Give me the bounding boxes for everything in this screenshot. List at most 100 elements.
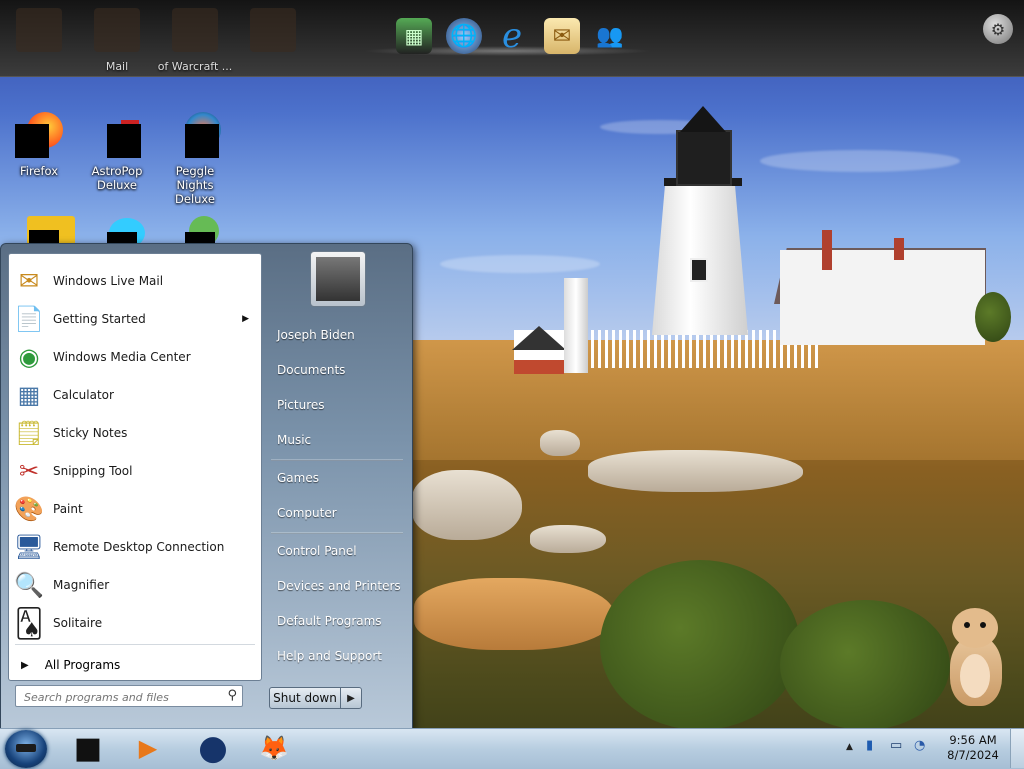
ghost-label-warcraft: of Warcraft ... bbox=[157, 60, 233, 73]
program-label: Remote Desktop Connection bbox=[53, 540, 225, 554]
help-support-link[interactable]: Help and Support bbox=[277, 649, 382, 663]
hamster-eye bbox=[964, 622, 970, 628]
music-link[interactable]: Music bbox=[277, 433, 311, 447]
program-remote-desktop[interactable]: 🖥 Remote Desktop Connection bbox=[9, 529, 259, 565]
games-link[interactable]: Games bbox=[277, 471, 319, 485]
program-getting-started[interactable]: 📄 Getting Started ▶ bbox=[9, 301, 259, 337]
hamster-head bbox=[952, 608, 998, 648]
show-desktop-button[interactable] bbox=[1010, 729, 1024, 768]
wallpaper-cloud bbox=[760, 150, 960, 172]
clock-date: 8/7/2024 bbox=[947, 748, 999, 762]
program-label: Calculator bbox=[53, 388, 114, 402]
peggle-desktop-icon bbox=[171, 112, 221, 160]
taskbar-media-player-icon[interactable]: ▶ bbox=[126, 730, 170, 766]
desktop-icon-firefox[interactable]: Firefox bbox=[1, 112, 77, 178]
taskbar-globe-icon[interactable]: ● bbox=[191, 728, 235, 768]
pictures-link[interactable]: Pictures bbox=[277, 398, 325, 412]
wallpaper-lighthouse-window bbox=[690, 258, 708, 282]
dock-settings-gear-icon[interactable]: ⚙ bbox=[983, 14, 1013, 44]
taskbar-firefox-icon[interactable]: 🦊 bbox=[252, 730, 296, 766]
program-label: Snipping Tool bbox=[53, 464, 133, 478]
ghost-mail-icon[interactable] bbox=[94, 8, 140, 52]
media-center-icon: ◉ bbox=[18, 343, 40, 371]
tray-speaker-icon[interactable]: ◔ bbox=[914, 738, 925, 753]
internet-explorer-icon[interactable]: e bbox=[494, 16, 530, 56]
internet-download-icon[interactable]: 🌐 bbox=[446, 18, 482, 54]
program-windows-media-center[interactable]: ◉ Windows Media Center bbox=[9, 339, 259, 375]
wallpaper-small-tower bbox=[564, 278, 588, 373]
shutdown-options-arrow-icon[interactable]: ▶ bbox=[340, 687, 362, 709]
user-name-link[interactable]: Joseph Biden bbox=[277, 328, 355, 342]
program-label: Magnifier bbox=[53, 578, 110, 592]
user-avatar[interactable] bbox=[310, 251, 366, 307]
start-menu: ✉ Windows Live Mail 📄 Getting Started ▶ … bbox=[0, 243, 413, 731]
taskbar-app-black-icon[interactable]: ■ bbox=[66, 730, 110, 766]
desktop-icon-label: Peggle Nights Deluxe bbox=[175, 164, 215, 206]
search-box[interactable]: ⚲ bbox=[15, 685, 243, 707]
calculator-icon: ▦ bbox=[17, 381, 41, 409]
paint-palette-icon: 🎨 bbox=[14, 495, 44, 523]
program-label: Windows Live Mail bbox=[53, 274, 164, 288]
ghost-warcraft-icon[interactable] bbox=[172, 8, 218, 52]
program-sticky-notes[interactable]: 🗒 Sticky Notes bbox=[9, 415, 259, 451]
tray-device-icon[interactable]: ▮ bbox=[866, 738, 873, 753]
program-label: Sticky Notes bbox=[53, 426, 128, 440]
wallpaper-house bbox=[780, 250, 985, 345]
clock-time: 9:56 AM bbox=[949, 733, 997, 747]
program-solitaire[interactable]: 🂡 Solitaire bbox=[9, 605, 259, 641]
program-label: Paint bbox=[53, 502, 83, 516]
wallpaper-rock bbox=[588, 450, 803, 492]
mail-dock-icon[interactable]: ✉ bbox=[544, 18, 580, 54]
sticky-notes-icon: 🗒 bbox=[13, 419, 45, 447]
desktop-icon-label: Firefox bbox=[19, 164, 59, 178]
program-label: Windows Media Center bbox=[53, 350, 191, 364]
all-programs-button[interactable]: ▶ All Programs bbox=[9, 652, 259, 678]
start-orb-button[interactable] bbox=[5, 730, 47, 768]
messenger-people-icon[interactable]: 👥 bbox=[592, 18, 628, 54]
desktop-hamster-pet[interactable] bbox=[944, 608, 1006, 706]
ghost-shortcut-icon[interactable] bbox=[16, 8, 62, 52]
all-programs-label: All Programs bbox=[44, 658, 121, 672]
hamster-belly bbox=[960, 654, 990, 698]
computer-link[interactable]: Computer bbox=[277, 506, 337, 520]
desktop-icon-peggle[interactable]: Peggle Nights Deluxe bbox=[157, 112, 233, 206]
tray-network-icon[interactable]: ▭ bbox=[890, 738, 902, 753]
programs-divider bbox=[15, 644, 255, 645]
links-divider bbox=[271, 532, 403, 534]
astropop-desktop-icon bbox=[93, 112, 141, 160]
getting-started-icon: 📄 bbox=[14, 305, 44, 333]
shutdown-button[interactable]: Shut down bbox=[269, 687, 341, 709]
program-snipping-tool[interactable]: ✂ Snipping Tool bbox=[9, 453, 259, 489]
show-hidden-icons-button[interactable]: ▲ bbox=[846, 742, 853, 752]
wallpaper-chimney bbox=[822, 230, 832, 270]
search-input[interactable] bbox=[22, 687, 216, 707]
wallpaper-cloud bbox=[440, 255, 600, 273]
ghost-shortcut-icon[interactable] bbox=[250, 8, 296, 52]
start-menu-links-pane: Joseph Biden Documents Pictures Music Ga… bbox=[263, 244, 411, 730]
documents-link[interactable]: Documents bbox=[277, 363, 345, 377]
all-programs-arrow-icon: ▶ bbox=[21, 659, 29, 671]
calculator-dock-icon[interactable]: ▦ bbox=[396, 18, 432, 54]
top-dock-bar: Mail of Warcraft ... ▦ 🌐 e ✉ 👥 ⚙ bbox=[0, 0, 1024, 77]
search-icon[interactable]: ⚲ bbox=[227, 688, 237, 703]
remote-desktop-icon: 🖥 bbox=[13, 533, 45, 561]
wallpaper-rock bbox=[530, 525, 606, 553]
wallpaper-tree bbox=[975, 292, 1011, 342]
program-magnifier[interactable]: 🔍 Magnifier bbox=[9, 567, 259, 603]
desktop-icon-label: AstroPop Deluxe bbox=[91, 164, 143, 192]
control-panel-link[interactable]: Control Panel bbox=[277, 544, 357, 558]
magnifier-icon: 🔍 bbox=[14, 571, 44, 599]
wallpaper-bush bbox=[780, 600, 950, 730]
windows-logo-icon bbox=[16, 744, 36, 752]
program-windows-live-mail[interactable]: ✉ Windows Live Mail bbox=[9, 263, 259, 299]
firefox-desktop-icon bbox=[15, 112, 63, 160]
program-calculator[interactable]: ▦ Calculator bbox=[9, 377, 259, 413]
submenu-arrow-icon[interactable]: ▶ bbox=[242, 314, 249, 324]
default-programs-link[interactable]: Default Programs bbox=[277, 614, 382, 628]
scissors-icon: ✂ bbox=[18, 457, 40, 485]
program-paint[interactable]: 🎨 Paint bbox=[9, 491, 259, 527]
tray-clock[interactable]: 9:56 AM 8/7/2024 bbox=[942, 733, 1004, 763]
mail-icon: ✉ bbox=[18, 267, 40, 295]
desktop-icon-astropop[interactable]: AstroPop Deluxe bbox=[79, 112, 155, 192]
devices-printers-link[interactable]: Devices and Printers bbox=[277, 579, 401, 593]
